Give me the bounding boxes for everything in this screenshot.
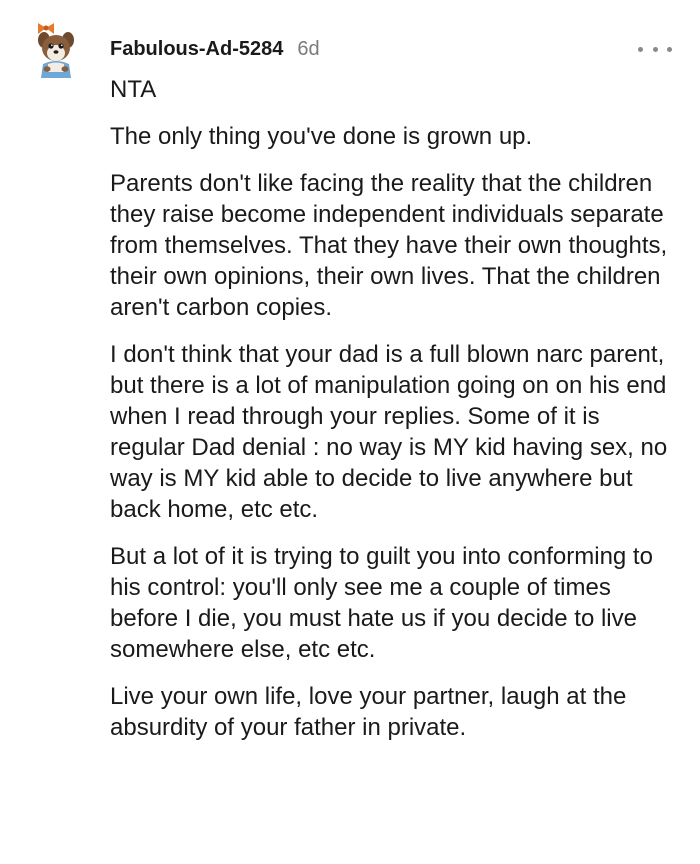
comment-paragraph: Live your own life, love your partner, l…: [110, 683, 627, 741]
comment-paragraph: Parents don't like facing the reality th…: [110, 170, 668, 321]
comment-paragraph: I don't think that your dad is a full bl…: [110, 341, 668, 523]
comment-card: Fabulous-Ad-5284 6d NTA The only thing y…: [0, 0, 700, 864]
more-horizontal-icon: [667, 46, 672, 52]
username-link[interactable]: Fabulous-Ad-5284: [110, 38, 283, 61]
more-horizontal-icon: [638, 46, 643, 52]
comment-paragraph: The only thing you've done is grown up.: [110, 123, 533, 150]
more-horizontal-icon: [652, 46, 658, 52]
user-avatar-icon[interactable]: [26, 20, 86, 80]
comment-timestamp[interactable]: 6d: [297, 38, 319, 61]
comment-header: Fabulous-Ad-5284 6d: [110, 32, 660, 66]
comment-paragraph: But a lot of it is trying to guilt you i…: [110, 543, 653, 663]
comment-body: NTA The only thing you've done is grown …: [110, 74, 675, 759]
more-options-button[interactable]: [638, 40, 672, 58]
comment-verdict: NTA: [110, 76, 157, 103]
